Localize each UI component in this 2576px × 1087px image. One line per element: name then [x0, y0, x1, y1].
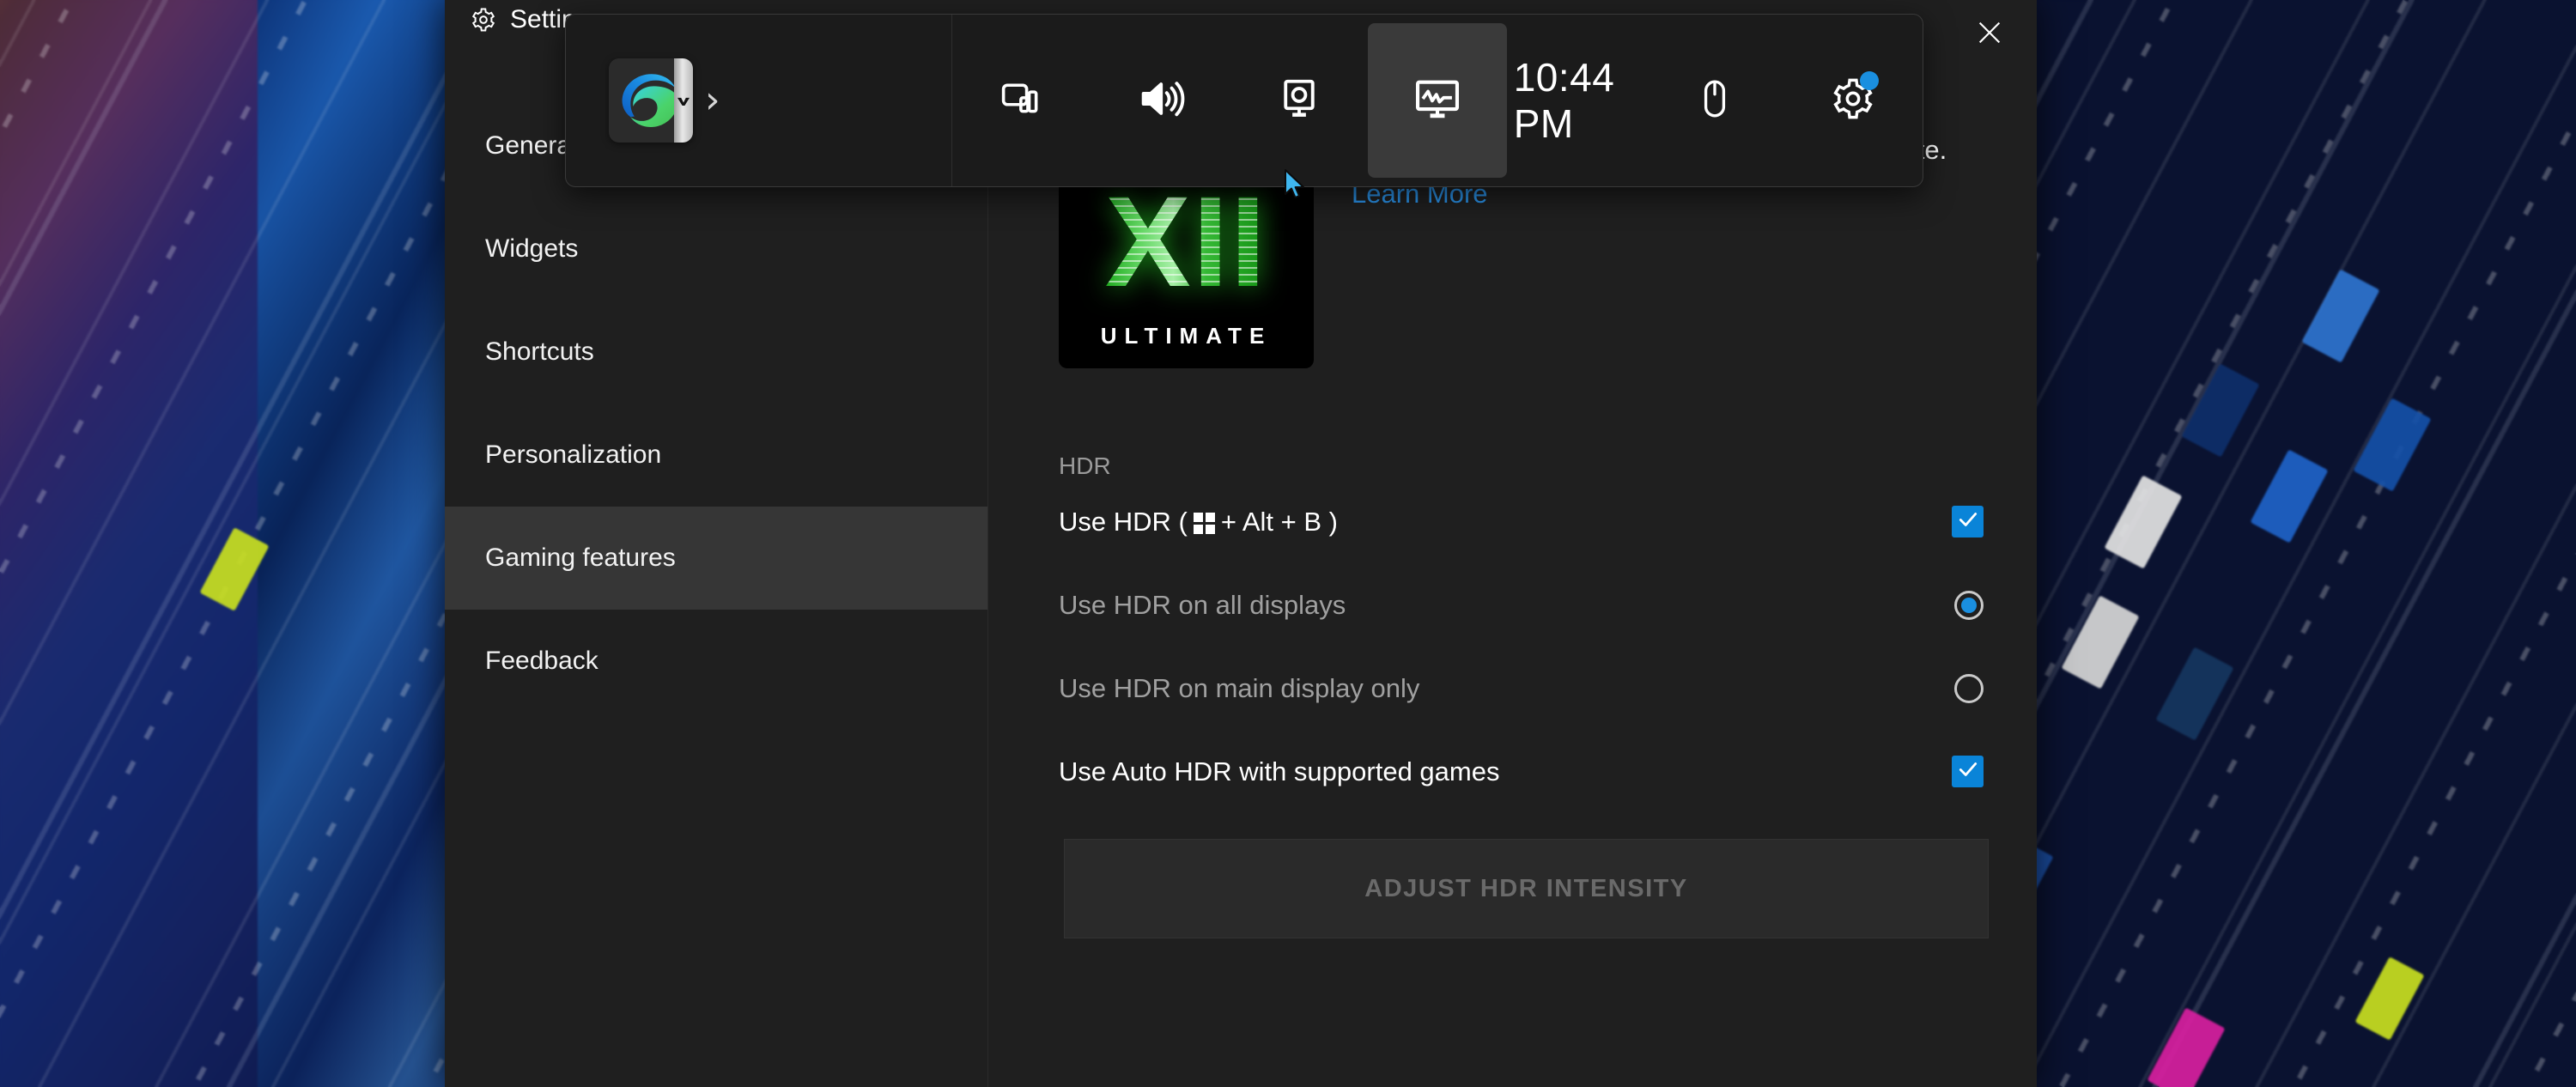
auto-hdr-checkbox[interactable] [1952, 756, 1984, 787]
directx-logo-mark: XII [1104, 169, 1268, 314]
sidebar-item-widgets[interactable]: Widgets [445, 197, 987, 301]
game-bar-capture-button[interactable] [1230, 15, 1368, 186]
close-button[interactable] [1961, 7, 2018, 60]
check-icon [1957, 507, 1979, 537]
game-bar-clock: 10:44 PM [1507, 15, 1645, 186]
auto-hdr-label: Use Auto HDR with supported games [1059, 756, 1500, 786]
sidebar-item-label: Personalization [485, 440, 662, 469]
gear-icon [1831, 70, 1880, 125]
clock-label: 10:44 PM [1513, 55, 1615, 146]
settings-sidebar: General Widgets Shortcuts Personalizatio… [445, 94, 987, 1087]
sidebar-item-label: Shortcuts [485, 337, 594, 366]
close-icon [1975, 18, 2004, 50]
windows-key-icon [1193, 513, 1215, 534]
sidebar-item-gaming-features[interactable]: Gaming features [445, 507, 987, 610]
hdr-all-displays-radio[interactable] [1954, 590, 1984, 620]
window-edge-strip [674, 58, 693, 143]
mouse-icon [1693, 77, 1736, 124]
sidebar-item-label: Gaming features [485, 544, 676, 572]
game-bar-audio-button[interactable] [1091, 15, 1229, 186]
widget-menu-icon [999, 76, 1045, 126]
audio-icon [1135, 74, 1185, 128]
settings-notification-badge [1860, 70, 1880, 90]
microsoft-edge-icon[interactable] [609, 58, 693, 143]
use-hdr-label-prefix: Use HDR ( [1059, 506, 1188, 537]
hdr-all-displays-label: Use HDR on all displays [1059, 589, 1346, 620]
setting-row-auto-hdr: Use Auto HDR with supported games [1059, 730, 1984, 813]
settings-content-pane: DirectX XII ULTIMATE Your system does no… [988, 94, 2037, 1087]
gear-icon [471, 7, 496, 33]
directx-logo-bottom-text: ULTIMATE [1100, 323, 1273, 349]
capture-icon [1276, 76, 1322, 126]
game-bar-performance-button[interactable] [1368, 23, 1507, 178]
game-bar-settings-button[interactable] [1784, 15, 1923, 186]
setting-row-hdr-main-display: Use HDR on main display only [1059, 647, 1984, 730]
sidebar-item-label: General [485, 131, 577, 160]
check-icon [1957, 756, 1979, 787]
game-bar-widget-toolbar: › 10:44 PM [565, 14, 1923, 187]
adjust-hdr-intensity-button[interactable]: ADJUST HDR INTENSITY [1064, 839, 1989, 938]
performance-icon [1413, 74, 1462, 128]
sidebar-item-label: Feedback [485, 647, 598, 675]
sidebar-item-feedback[interactable]: Feedback [445, 610, 987, 713]
sidebar-item-shortcuts[interactable]: Shortcuts [445, 301, 987, 404]
game-bar-widget-menu-button[interactable] [952, 15, 1091, 186]
chevron-right-icon[interactable]: › [702, 82, 720, 119]
setting-row-use-hdr: Use HDR ( + Alt + B ) [1059, 480, 1984, 563]
use-hdr-checkbox[interactable] [1952, 506, 1984, 537]
use-hdr-label-suffix: + Alt + B ) [1220, 506, 1338, 537]
hdr-main-display-radio[interactable] [1954, 673, 1984, 703]
game-bar-mouse-button[interactable] [1645, 15, 1783, 186]
sidebar-item-label: Widgets [485, 234, 579, 263]
hdr-main-display-label: Use HDR on main display only [1059, 672, 1420, 703]
setting-row-hdr-all-displays: Use HDR on all displays [1059, 563, 1984, 647]
sidebar-item-personalization[interactable]: Personalization [445, 404, 987, 507]
hdr-section-heading: HDR [1059, 452, 1111, 479]
use-hdr-label: Use HDR ( + Alt + B ) [1059, 507, 1338, 537]
game-bar-app-group: › [566, 15, 952, 186]
